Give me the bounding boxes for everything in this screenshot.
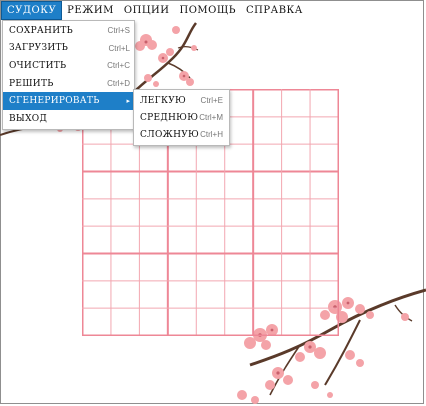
menu-item-label: РЕШИТЬ	[9, 78, 54, 89]
menu-item-label: ОЧИСТИТЬ	[9, 60, 67, 71]
submenu-item-label: ЛЕГКУЮ	[140, 95, 187, 106]
menu-help[interactable]: ПОМОЩЬ	[175, 1, 242, 20]
shortcut-label: Ctrl+S	[107, 26, 130, 36]
menu-reference[interactable]: СПРАВКА	[241, 1, 308, 20]
menu-sudoku[interactable]: СУДОКУ	[1, 1, 63, 20]
submenu-item-medium[interactable]: СРЕДНЮЮ Ctrl+M	[134, 109, 229, 126]
menu-item-exit[interactable]: ВЫХОД	[3, 110, 134, 128]
shortcut-label: Ctrl+L	[108, 43, 130, 53]
menu-item-solve[interactable]: РЕШИТЬ Ctrl+D	[3, 75, 134, 93]
menu-item-clear[interactable]: ОЧИСТИТЬ Ctrl+C	[3, 57, 134, 75]
shortcut-label: Ctrl+E	[200, 96, 223, 105]
menu-bar: СУДОКУ РЕЖИМ ОПЦИИ ПОМОЩЬ СПРАВКА	[1, 1, 423, 20]
submenu-item-label: СЛОЖНУЮ	[140, 129, 200, 140]
submenu-item-easy[interactable]: ЛЕГКУЮ Ctrl+E	[134, 92, 229, 109]
shortcut-label: Ctrl+H	[200, 130, 223, 139]
shortcut-label: Ctrl+M	[199, 113, 223, 122]
menu-item-generate[interactable]: СГЕНЕРИРОВАТЬ ▸	[3, 92, 134, 110]
menu-item-load[interactable]: ЗАГРУЗИТЬ Ctrl+L	[3, 40, 134, 58]
menu-item-save[interactable]: СОХРАНИТЬ Ctrl+S	[3, 22, 134, 40]
menu-item-label: СГЕНЕРИРОВАТЬ	[9, 96, 100, 107]
submenu-item-label: СРЕДНЮЮ	[140, 112, 199, 123]
menu-item-label: ЗАГРУЗИТЬ	[9, 43, 69, 54]
shortcut-label: Ctrl+C	[107, 61, 130, 71]
shortcut-label: Ctrl+D	[107, 79, 130, 89]
chevron-right-icon: ▸	[126, 97, 130, 106]
cherry-blossom-top-decoration	[132, 22, 199, 94]
menu-item-label: СОХРАНИТЬ	[9, 25, 74, 36]
menu-item-label: ВЫХОД	[9, 113, 48, 124]
menu-mode[interactable]: РЕЖИМ	[62, 1, 119, 20]
sudoku-dropdown-menu: СОХРАНИТЬ Ctrl+S ЗАГРУЗИТЬ Ctrl+L ОЧИСТИ…	[2, 20, 135, 130]
submenu-item-hard[interactable]: СЛОЖНУЮ Ctrl+H	[134, 126, 229, 143]
menu-options[interactable]: ОПЦИИ	[119, 1, 175, 20]
generate-submenu: ЛЕГКУЮ Ctrl+E СРЕДНЮЮ Ctrl+M СЛОЖНУЮ Ctr…	[133, 89, 230, 146]
